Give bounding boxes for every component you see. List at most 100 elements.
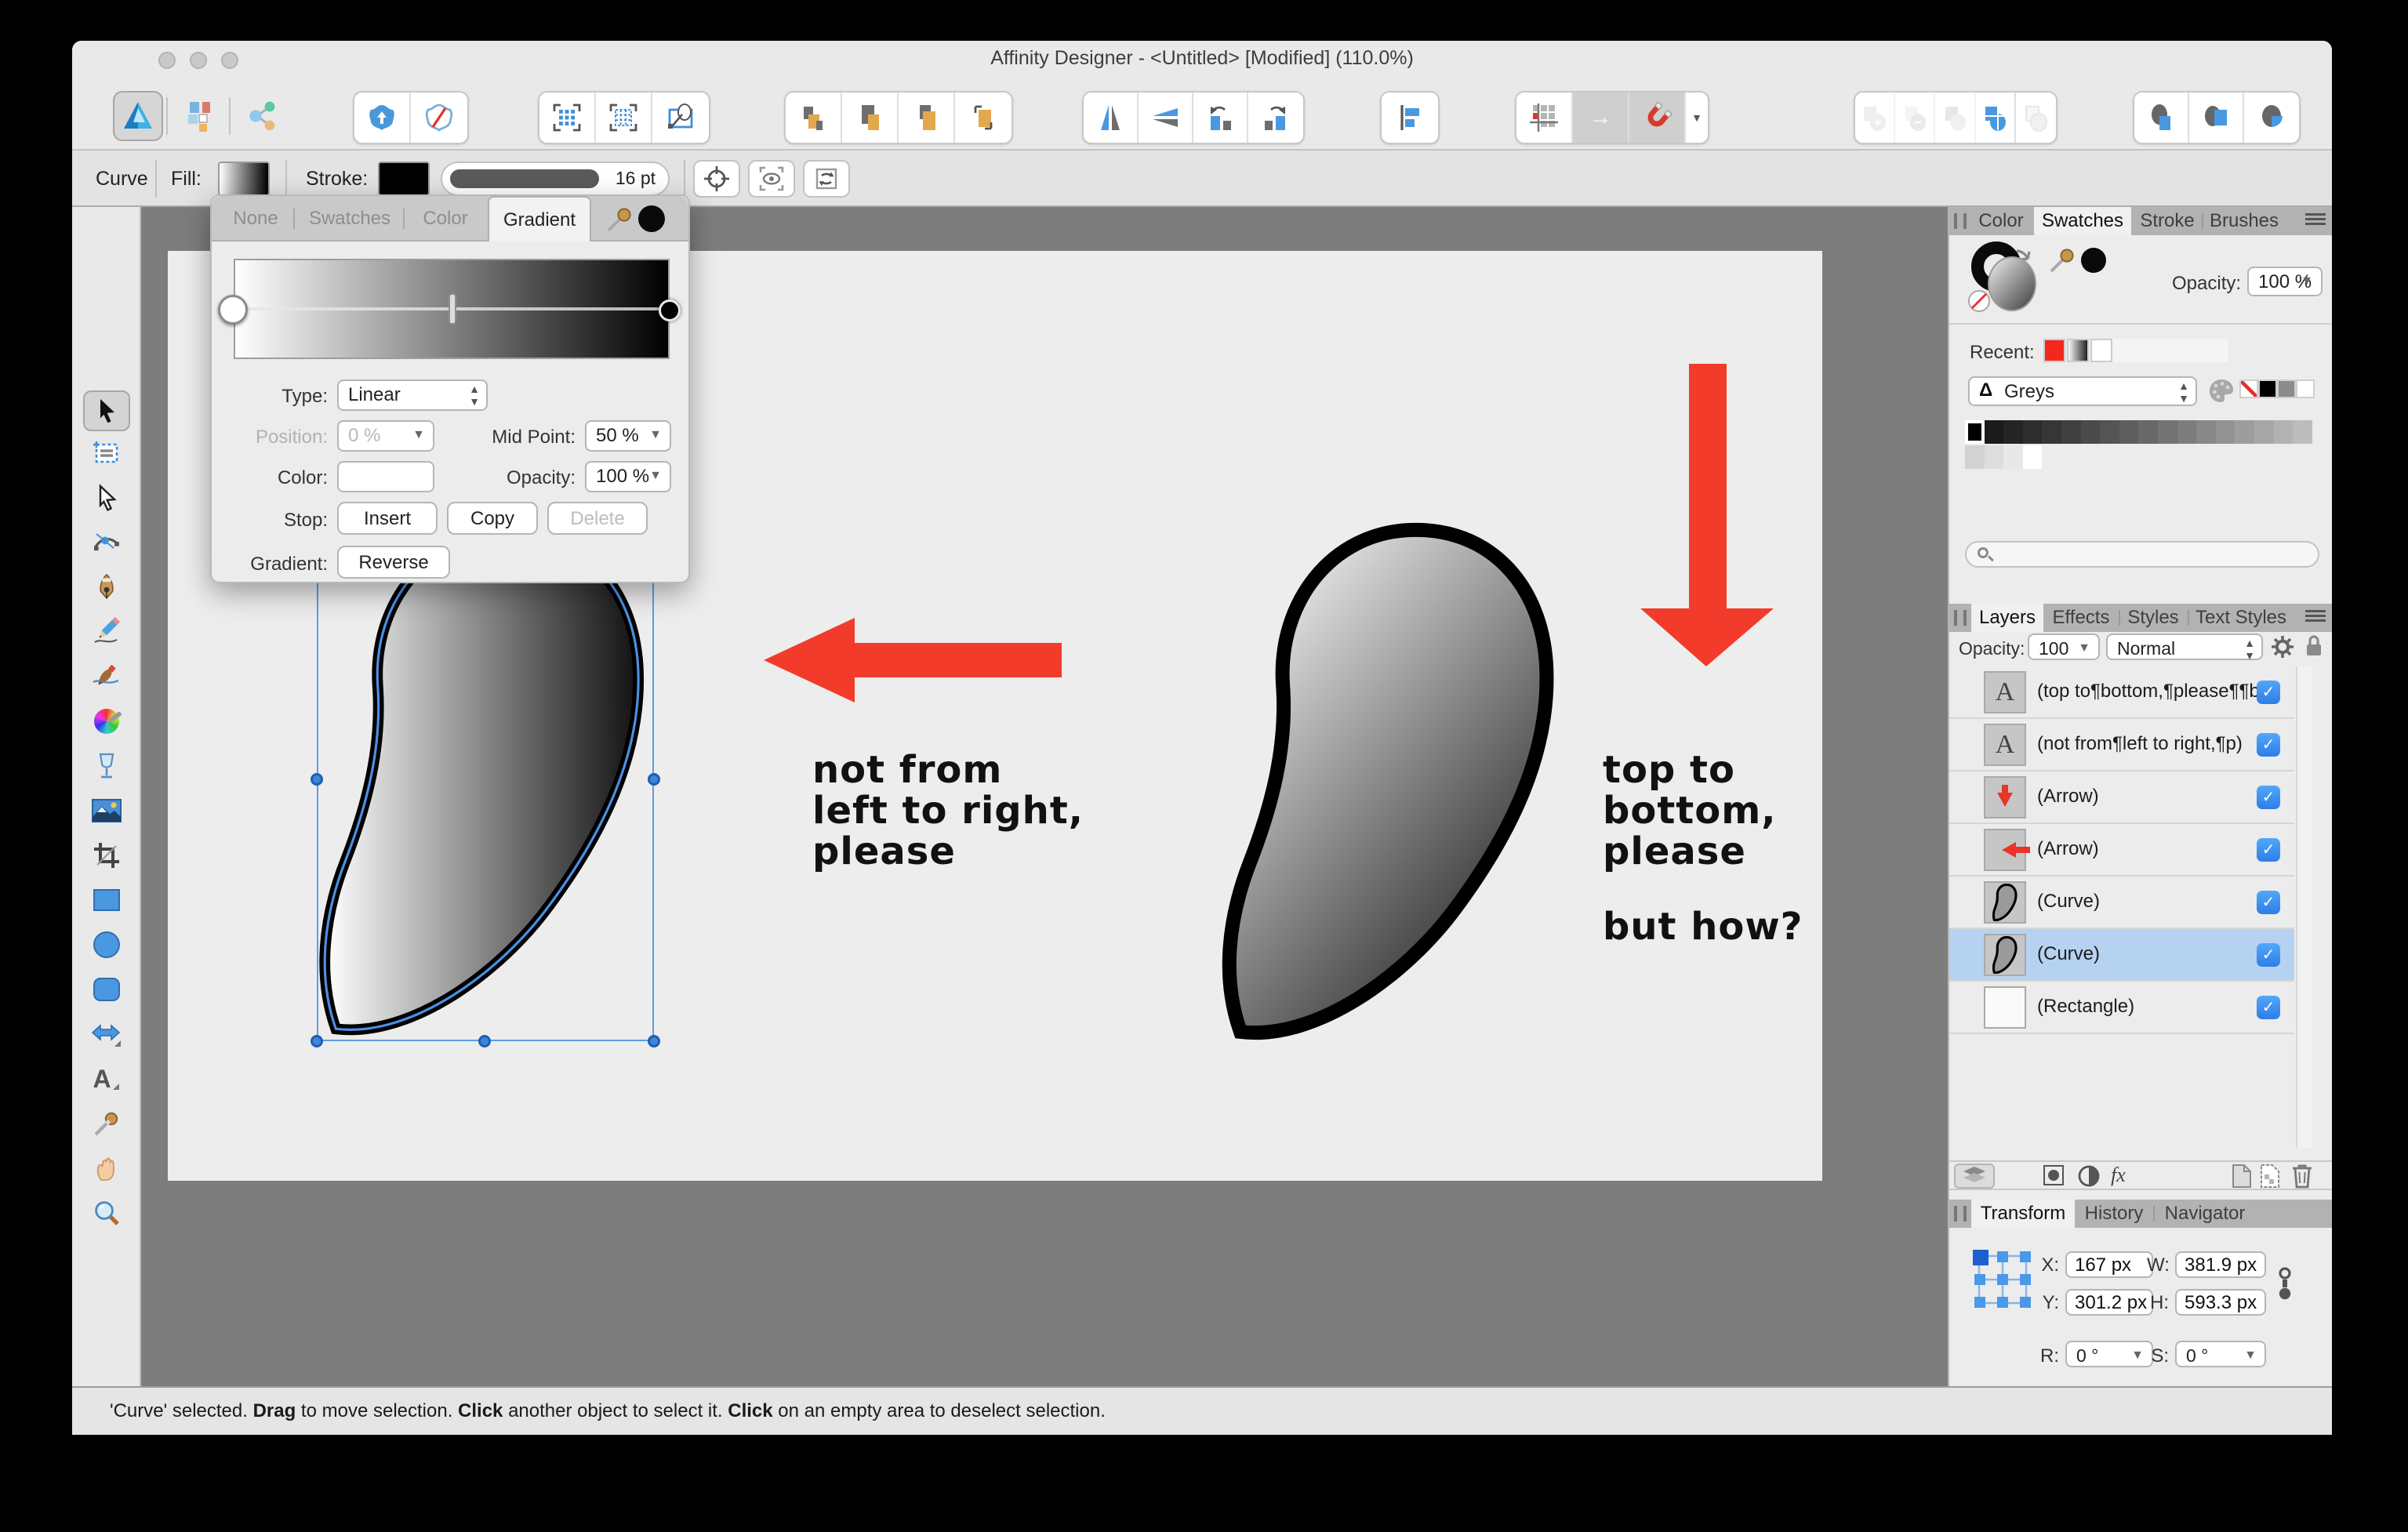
anchor-point-selector[interactable] (1971, 1248, 2034, 1311)
layer-row[interactable]: (Curve) ✓ (1949, 929, 2294, 982)
insert-stop-button[interactable]: Insert (337, 502, 438, 535)
rotate-cw-button[interactable] (1248, 93, 1303, 143)
pixel-persona-button[interactable] (176, 91, 226, 141)
gradient-stop-start[interactable] (218, 295, 248, 325)
move-by-whole-pixels-button[interactable]: → (1573, 93, 1629, 143)
panel-collapse-icon[interactable] (1954, 1206, 1967, 1222)
swatch-cell[interactable] (2022, 445, 2043, 469)
flip-vertical-button[interactable] (1139, 93, 1193, 143)
boolean-add-button[interactable] (1855, 93, 1896, 143)
selection-handle-bottom-left[interactable] (311, 1035, 323, 1047)
blend-mode-dropdown[interactable]: Normal ▲ ▼ (2106, 633, 2263, 662)
tab-none[interactable]: None (221, 196, 290, 241)
move-backward-button[interactable] (899, 93, 955, 143)
layers-stack-button[interactable] (1954, 1164, 1995, 1189)
tool-arrow-shape[interactable] (89, 1017, 124, 1051)
swatch-cell[interactable] (2235, 420, 2254, 444)
recent-swatch[interactable] (2067, 339, 2089, 362)
snap-grid-button[interactable] (1516, 93, 1573, 143)
export-persona-button[interactable] (238, 91, 289, 141)
tool-pencil[interactable] (89, 615, 124, 649)
swatch-cell[interactable] (2254, 420, 2274, 444)
swatch-cell[interactable] (2061, 420, 2081, 444)
select-box-button[interactable] (539, 93, 596, 143)
h-field[interactable]: 593.3 px (2175, 1289, 2266, 1316)
gradient-midpoint-handle[interactable] (449, 293, 456, 325)
midpoint-dropdown[interactable]: 50 % ▼ (585, 420, 671, 452)
tool-zoom[interactable] (89, 1196, 124, 1230)
swatch-cell[interactable] (2215, 420, 2235, 444)
layer-visibility-checkbox[interactable]: ✓ (2257, 681, 2280, 704)
trash-icon[interactable] (2291, 1164, 2313, 1189)
copy-stop-button[interactable]: Copy (447, 502, 538, 535)
layer-row[interactable]: (Arrow) ✓ (1949, 771, 2294, 824)
curve-shape-right[interactable] (1219, 511, 1564, 1051)
transform-objects-separately-button[interactable] (803, 160, 850, 198)
selection-bounds[interactable] (317, 519, 654, 1041)
rotation-centre-button[interactable] (693, 160, 740, 198)
tool-vector-brush[interactable] (89, 659, 124, 694)
erase-button[interactable] (411, 93, 467, 143)
tab-swatches[interactable]: Swatches (2034, 207, 2131, 235)
insert-inside-target-button[interactable] (2189, 93, 2244, 143)
rotate-ccw-button[interactable] (1193, 93, 1248, 143)
layer-row[interactable]: (Rectangle) ✓ (1949, 982, 2294, 1034)
tab-gradient[interactable]: Gradient (488, 196, 591, 241)
tab-transform[interactable]: Transform (1971, 1200, 2075, 1228)
quick-swatch[interactable] (2277, 379, 2296, 398)
swatch-cell[interactable] (1965, 420, 1985, 444)
w-field[interactable]: 381.9 px (2175, 1251, 2266, 1278)
swatch-cell[interactable] (2100, 420, 2119, 444)
no-color-swatch[interactable] (2239, 379, 2258, 398)
move-to-front-button[interactable] (786, 93, 842, 143)
tool-crop[interactable] (89, 838, 124, 873)
layer-row[interactable]: (Arrow) ✓ (1949, 824, 2294, 877)
recent-swatch[interactable] (2090, 339, 2112, 362)
type-dropdown[interactable]: Linear ▲ ▼ (337, 379, 488, 411)
hamburger-menu-icon[interactable] (2305, 213, 2326, 229)
swatch-cell[interactable] (2003, 445, 2023, 469)
tool-rectangle[interactable] (89, 883, 124, 917)
tab-effects[interactable]: Effects (2047, 604, 2116, 632)
lock-icon[interactable] (2304, 633, 2324, 659)
mask-icon[interactable] (2043, 1165, 2064, 1185)
stroke-width-control[interactable]: 16 pt (441, 162, 670, 196)
layer-visibility-checkbox[interactable]: ✓ (2257, 996, 2280, 1019)
swatch-cell[interactable] (2022, 420, 2043, 444)
swatch-cell[interactable] (2119, 420, 2139, 444)
swatch-cell[interactable] (2158, 420, 2177, 444)
recent-swatch-empty[interactable] (2112, 339, 2228, 362)
tab-styles[interactable]: Styles (2122, 604, 2185, 632)
delete-stop-button[interactable]: Delete (547, 502, 648, 535)
tool-move[interactable] (83, 390, 130, 431)
tool-view-hand[interactable] (89, 1151, 124, 1185)
tool-colour-picker[interactable] (89, 1106, 124, 1141)
hamburger-menu-icon[interactable] (2305, 610, 2326, 626)
y-field[interactable]: 301.2 px (2065, 1289, 2153, 1316)
move-to-back-button[interactable] (955, 93, 1012, 143)
tab-color[interactable]: Color (409, 196, 481, 241)
adjustment-icon[interactable] (2078, 1165, 2100, 1187)
insert-inside-button[interactable] (354, 93, 411, 143)
fill-swatch[interactable] (218, 162, 270, 196)
swatch-cell[interactable] (1984, 445, 2004, 469)
tool-node[interactable] (89, 481, 124, 515)
swatch-cell[interactable] (2042, 420, 2061, 444)
tool-artistic-text[interactable]: A (89, 1062, 124, 1096)
layers-scrollbar[interactable] (2296, 666, 2312, 1148)
opacity-dropdown[interactable]: 100 % ▼ (585, 461, 671, 492)
tab-navigator[interactable]: Navigator (2156, 1200, 2254, 1228)
swatches-opacity-dropdown[interactable]: 100 % ▼ (2247, 267, 2323, 296)
recent-swatch[interactable] (2043, 339, 2065, 362)
left-note-text[interactable]: not from left to right, please (812, 750, 1084, 872)
tool-place-image[interactable] (89, 793, 124, 828)
tool-pen[interactable] (89, 570, 124, 604)
boolean-intersect-button[interactable] (1935, 93, 1976, 143)
tool-fill-gradient[interactable] (89, 704, 124, 739)
boolean-divide-button[interactable] (1976, 93, 2016, 143)
picked-color-well[interactable] (638, 205, 665, 232)
tool-ellipse[interactable] (89, 928, 124, 962)
alignment-button[interactable] (1382, 93, 1438, 143)
tool-point-transform[interactable] (89, 525, 124, 560)
quick-swatch[interactable] (2296, 379, 2315, 398)
